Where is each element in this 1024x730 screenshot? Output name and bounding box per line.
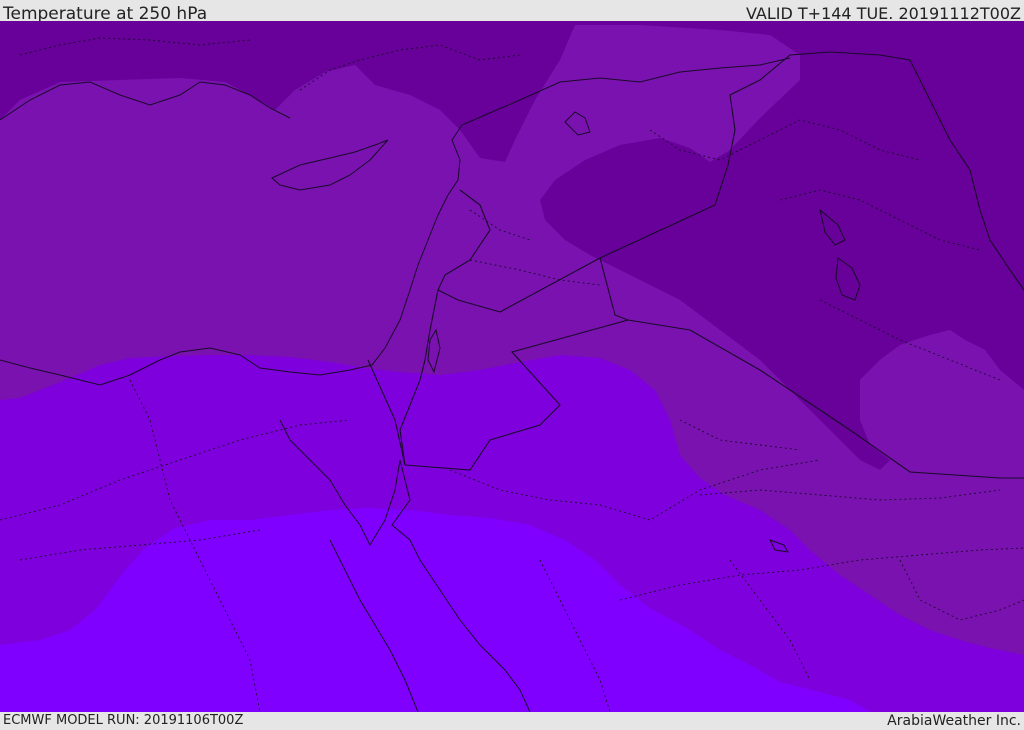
credit: ArabiaWeather Inc. [887, 713, 1021, 729]
footer-bar: ECMWF MODEL RUN: 20191106T00Z ArabiaWeat… [0, 712, 1024, 729]
weather-map[interactable] [0, 21, 1024, 712]
model-run: ECMWF MODEL RUN: 20191106T00Z [3, 713, 244, 728]
header-bar: Temperature at 250 hPa VALID T+144 TUE. … [0, 0, 1024, 24]
map-canvas [0, 21, 1024, 712]
